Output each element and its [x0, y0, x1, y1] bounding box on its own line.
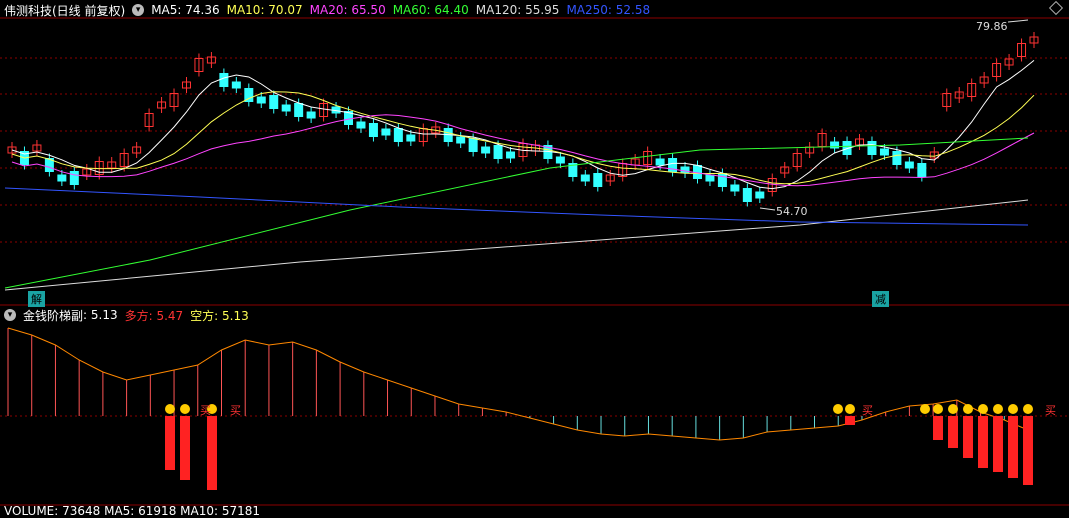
candle: [406, 134, 416, 142]
coin-icon: [993, 404, 1003, 414]
signal-bar: [845, 416, 855, 425]
ma60-line: [4, 137, 1029, 289]
candle: [717, 173, 727, 187]
candle: [705, 174, 715, 182]
step-line: [7, 327, 1029, 441]
buy-signal-label: 买: [862, 404, 873, 417]
candle: [892, 151, 902, 165]
signal-bar: [993, 416, 1003, 472]
low-pointer: [759, 207, 776, 211]
coin-icon: [933, 404, 943, 414]
candle: [580, 174, 590, 182]
bull-label: 多方: 5.47: [124, 308, 184, 323]
signal-bar: [180, 416, 190, 480]
candle: [468, 138, 478, 152]
signal-bar: [165, 416, 175, 470]
bear-label: 空方: 5.13: [190, 308, 249, 323]
buy-signal-label: 买: [1045, 404, 1056, 417]
candle: [904, 161, 914, 169]
signal-bar: [933, 416, 943, 440]
marker-left[interactable]: 解: [28, 291, 45, 307]
buy-signal-label: 买: [230, 404, 241, 417]
marker-right[interactable]: 减: [872, 291, 889, 307]
candle: [555, 156, 565, 164]
coin-icon: [165, 404, 175, 414]
candle: [393, 128, 403, 142]
candle: [231, 81, 241, 89]
coin-icon: [963, 404, 973, 414]
candle: [680, 166, 690, 174]
chevron-down-icon[interactable]: ▾: [4, 309, 16, 321]
signal-bar: [978, 416, 988, 468]
ma250-line: [4, 187, 1029, 226]
candle: [281, 104, 291, 112]
candle: [481, 146, 491, 154]
candle: [506, 151, 516, 159]
coin-icon: [948, 404, 958, 414]
candle: [57, 174, 67, 182]
signal-bar: [963, 416, 973, 458]
candle: [867, 141, 877, 155]
candle: [742, 188, 752, 202]
candle: [456, 136, 466, 144]
candle: [69, 171, 79, 185]
candle: [655, 158, 665, 166]
candle: [730, 184, 740, 192]
candle: [917, 163, 927, 177]
buy-signal-label: 买: [200, 404, 211, 417]
candle: [306, 111, 316, 119]
candle: [368, 123, 378, 137]
ma5-line: [11, 60, 1035, 190]
sub-header: ▾ 金钱阶梯副 : 5.13 多方: 5.47 空方: 5.13: [4, 306, 256, 324]
bottom-header: VOLUME: 73648 MA5: 61918 MA10: 57181: [4, 504, 267, 518]
high-pointer: [1007, 19, 1029, 23]
candle: [381, 128, 391, 136]
kline-chart: 买买买买: [0, 17, 1069, 506]
coin-icon: [1008, 404, 1018, 414]
coin-icon: [920, 404, 930, 414]
coin-icon: [978, 404, 988, 414]
low-price-label: 54.70: [776, 205, 808, 218]
candle: [269, 95, 279, 109]
coin-icon: [1023, 404, 1033, 414]
sub-title: 金钱阶梯副: [23, 308, 84, 323]
candle: [219, 73, 229, 87]
candle: [593, 173, 603, 187]
candle: [493, 145, 503, 159]
signal-bar: [207, 416, 217, 490]
candle: [879, 148, 889, 156]
signal-bar: [948, 416, 958, 448]
sub-value: : 5.13: [83, 308, 118, 322]
coin-icon: [833, 404, 843, 414]
high-price-label: 79.86: [976, 20, 1008, 33]
signal-bar: [1023, 416, 1033, 485]
coin-icon: [180, 404, 190, 414]
candle: [356, 121, 366, 129]
coin-icon: [845, 404, 855, 414]
volume-label: VOLUME: 73648 MA5: 61918 MA10: 57181: [4, 504, 261, 518]
candle: [755, 191, 765, 199]
candle: [294, 103, 304, 117]
signal-bar: [1008, 416, 1018, 478]
ma120-line: [4, 199, 1029, 291]
candle: [256, 96, 266, 104]
